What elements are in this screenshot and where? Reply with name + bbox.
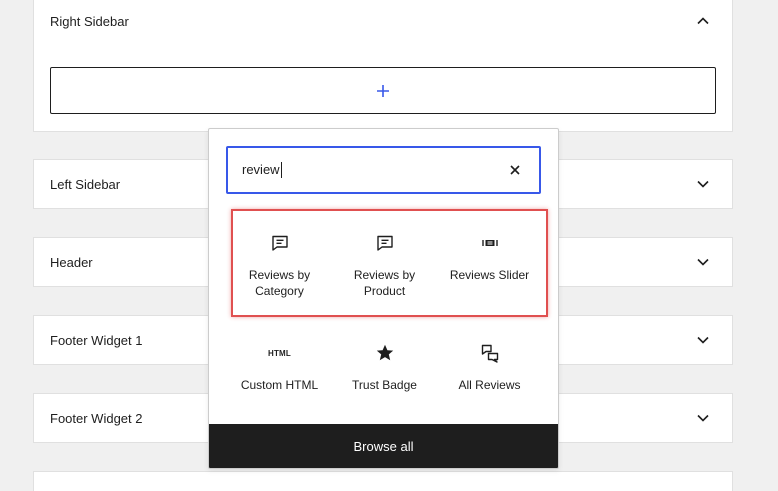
chevron-down-icon bbox=[697, 258, 709, 266]
block-inserter-popover: review Reviews by Category Reviews by Pr… bbox=[208, 128, 559, 469]
block-label: Custom HTML bbox=[240, 378, 319, 392]
block-label: Reviews by Category bbox=[248, 268, 311, 298]
more-blocks-grid: HTML Custom HTML Trust Badge All Reviews bbox=[227, 331, 542, 421]
block-label: Reviews Slider bbox=[449, 268, 530, 282]
panel-right-sidebar: Right Sidebar bbox=[33, 0, 733, 132]
chevron-up-icon bbox=[697, 17, 709, 25]
block-trust-badge[interactable]: Trust Badge bbox=[332, 331, 437, 421]
block-reviews-slider[interactable]: Reviews Slider bbox=[437, 221, 542, 311]
block-label: Reviews by Product bbox=[353, 268, 416, 298]
panel-title: Left Sidebar bbox=[50, 176, 121, 192]
block-label: Trust Badge bbox=[352, 378, 417, 392]
block-custom-html[interactable]: HTML Custom HTML bbox=[227, 331, 332, 421]
plus-icon bbox=[377, 84, 389, 97]
block-reviews-by-product[interactable]: Reviews by Product bbox=[332, 221, 437, 311]
star-icon bbox=[373, 341, 397, 365]
browse-all-button[interactable]: Browse all bbox=[209, 424, 558, 468]
clear-search-button[interactable] bbox=[505, 160, 525, 180]
chevron-down-icon bbox=[697, 336, 709, 344]
close-icon bbox=[510, 165, 520, 175]
slider-icon bbox=[478, 231, 502, 255]
block-appender-button[interactable] bbox=[50, 67, 716, 114]
text-cursor bbox=[280, 162, 282, 179]
search-value: review bbox=[242, 161, 280, 177]
block-search-input[interactable]: review bbox=[226, 146, 541, 194]
chevron-down-icon bbox=[697, 180, 709, 188]
chevron-down-icon bbox=[697, 414, 709, 422]
panel-title: Right Sidebar bbox=[50, 13, 129, 29]
html-icon: HTML bbox=[267, 348, 291, 358]
panel-next bbox=[33, 471, 733, 491]
search-results-grid: Reviews by Category Reviews by Product R… bbox=[227, 221, 542, 311]
panel-title: Footer Widget 1 bbox=[50, 332, 143, 348]
block-reviews-by-category[interactable]: Reviews by Category bbox=[227, 221, 332, 311]
panel-toggle-right-sidebar[interactable]: Right Sidebar bbox=[34, 0, 732, 42]
comment-icon bbox=[373, 231, 397, 255]
block-all-reviews[interactable]: All Reviews bbox=[437, 331, 542, 421]
panel-title: Footer Widget 2 bbox=[50, 410, 143, 426]
panel-title: Header bbox=[50, 254, 93, 270]
comment-icon bbox=[268, 231, 292, 255]
comments-icon bbox=[478, 341, 502, 365]
block-label: All Reviews bbox=[458, 378, 521, 392]
